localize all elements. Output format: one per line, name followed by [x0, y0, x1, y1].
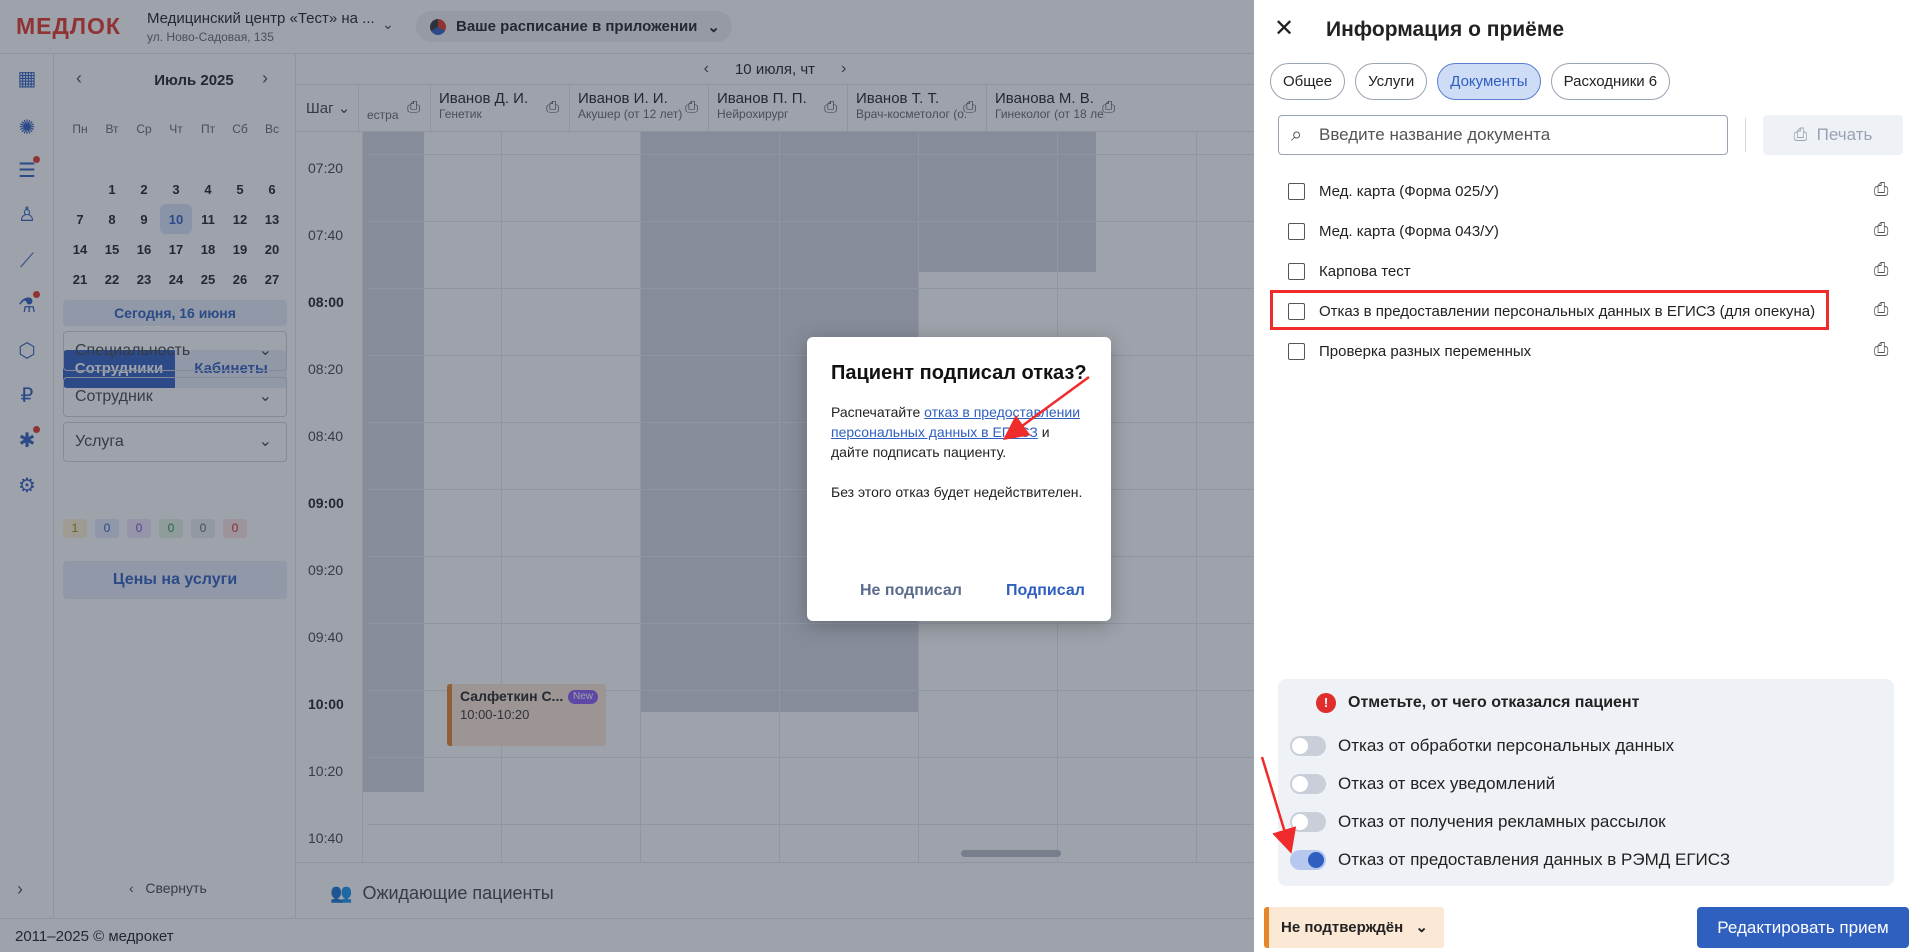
refusal-title: ! Отметьте, от чего отказался пациент [1316, 693, 1639, 713]
refusal-label: Отказ от всех уведомлений [1338, 774, 1556, 793]
printer-icon[interactable]: ⎙ [1874, 299, 1888, 320]
divider [1745, 118, 1746, 152]
toggle-switch[interactable] [1290, 736, 1326, 756]
toggle-knob [1292, 738, 1308, 754]
refusal-toggle-row[interactable]: Отказ от обработки персональных данных [1290, 736, 1674, 756]
toggle-knob [1292, 776, 1308, 792]
refusal-toggle-row[interactable]: Отказ от получения рекламных рассылок [1290, 812, 1666, 832]
printer-icon[interactable]: ⎙ [1874, 179, 1888, 200]
status-label: Не подтверждён [1281, 919, 1404, 936]
refusal-label: Отказ от предоставления данных в РЭМД ЕГ… [1338, 850, 1731, 869]
dialog-title: Пациент подписал отказ? [831, 362, 1087, 384]
highlight-annotation [1270, 290, 1829, 330]
status-select[interactable]: Не подтверждён ⌄ [1264, 907, 1444, 948]
tab-2[interactable]: Документы [1437, 63, 1541, 100]
dialog-note: Без этого отказ будет недействителен. [831, 484, 1083, 500]
document-name: Мед. карта (Форма 043/У) [1319, 222, 1499, 240]
signature-dialog: Пациент подписал отказ? Распечатайте отк… [807, 337, 1111, 621]
document-name: Карпова тест [1319, 262, 1411, 280]
close-icon[interactable]: ✕ [1274, 14, 1294, 43]
toggle-switch[interactable] [1290, 812, 1326, 832]
document-checkbox[interactable] [1288, 262, 1305, 280]
document-row[interactable]: Мед. карта (Форма 043/У) [1288, 218, 1499, 244]
document-search-input[interactable]: ⌕ Введите название документа [1278, 115, 1728, 155]
printer-icon: ⎙ [1793, 125, 1808, 144]
toggle-switch[interactable] [1290, 850, 1326, 870]
document-name: Мед. карта (Форма 025/У) [1319, 182, 1499, 200]
refusal-title-text: Отметьте, от чего отказался пациент [1348, 694, 1640, 711]
dialog-text-start: Распечатайте [831, 404, 925, 420]
document-row[interactable]: Проверка разных переменных [1288, 338, 1531, 364]
document-checkbox[interactable] [1288, 182, 1305, 200]
refusal-label: Отказ от получения рекламных рассылок [1338, 812, 1666, 831]
tab-1[interactable]: Услуги [1355, 63, 1428, 100]
dialog-text: Распечатайте отказ в предоставлении перс… [831, 402, 1087, 462]
print-label: Печать [1816, 125, 1873, 144]
panel-tabs: Общее Услуги Документы Расходники 6 [1270, 63, 1671, 100]
document-name: Проверка разных переменных [1319, 342, 1532, 360]
refusal-label: Отказ от обработки персональных данных [1338, 736, 1675, 755]
document-row[interactable]: Карпова тест [1288, 258, 1411, 284]
tab-0[interactable]: Общее [1270, 63, 1346, 100]
toggle-knob [1292, 814, 1308, 830]
refusal-toggle-row[interactable]: Отказ от всех уведомлений [1290, 774, 1555, 794]
refusal-toggle-row[interactable]: Отказ от предоставления данных в РЭМД ЕГ… [1290, 850, 1730, 870]
edit-appointment-button[interactable]: Редактировать прием [1697, 907, 1909, 948]
chevron-down-icon: ⌄ [1415, 919, 1428, 936]
document-row[interactable]: Мед. карта (Форма 025/У) [1288, 178, 1499, 204]
print-button[interactable]: ⎙ Печать [1763, 115, 1903, 155]
search-icon: ⌕ [1291, 124, 1303, 146]
toggle-switch[interactable] [1290, 774, 1326, 794]
signed-button[interactable]: Подписал [1006, 582, 1085, 600]
printer-icon[interactable]: ⎙ [1874, 219, 1888, 240]
printer-icon[interactable]: ⎙ [1874, 259, 1888, 280]
panel-title: Информация о приёме [1326, 18, 1565, 41]
toggle-knob [1308, 852, 1324, 868]
document-checkbox[interactable] [1288, 222, 1305, 240]
document-checkbox[interactable] [1288, 342, 1305, 360]
alert-icon: ! [1316, 693, 1336, 713]
search-placeholder: Введите название документа [1319, 125, 1551, 144]
printer-icon[interactable]: ⎙ [1874, 339, 1888, 360]
tab-3[interactable]: Расходники 6 [1550, 63, 1671, 100]
refusal-section: ! Отметьте, от чего отказался пациент От… [1278, 679, 1894, 886]
not-signed-button[interactable]: Не подписал [860, 582, 962, 600]
appointment-panel: ✕ Информация о приёме Общее Услуги Докумен… [1254, 0, 1919, 952]
